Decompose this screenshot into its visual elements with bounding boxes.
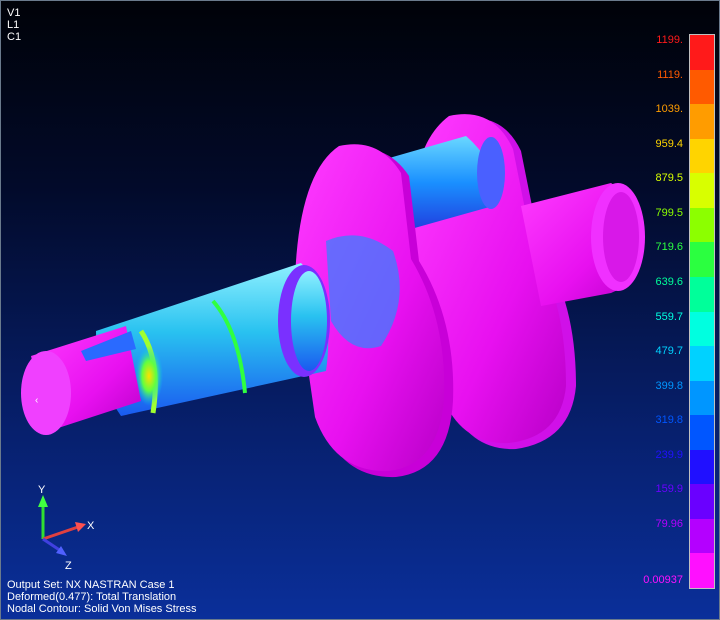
y-axis-label: Y (38, 484, 46, 496)
x-axis-arrow (75, 522, 86, 532)
model-viewport[interactable]: ‹ V1 L1 C1 Y X Z Output Set: NX NASTRAN … (0, 0, 720, 620)
front-end-face (21, 351, 71, 435)
legend-band (690, 484, 714, 519)
shaft-collar-ring (291, 271, 327, 371)
output-set-line: Output Set: NX NASTRAN Case 1 (7, 579, 175, 591)
legend-band (690, 207, 714, 243)
y-axis-arrow (38, 495, 48, 507)
legend-band (690, 346, 714, 381)
legend-band (690, 138, 714, 174)
legend-value: 319.8 (655, 414, 683, 427)
legend-value: 1039. (655, 103, 683, 116)
legend-band (690, 69, 714, 105)
legend-band (690, 104, 714, 139)
legend-value: 1199. (656, 34, 683, 46)
legend-band (690, 242, 714, 277)
contour-line: Nodal Contour: Solid Von Mises Stress (7, 603, 197, 615)
legend-value: 159.9 (655, 483, 683, 496)
csys-label: C1 (7, 31, 22, 43)
legend-value: 239.9 (655, 448, 683, 461)
legend-value: 559.7 (655, 310, 683, 323)
legend-band (690, 380, 714, 416)
legend-value: 879.5 (655, 172, 683, 185)
legend-band (690, 35, 714, 70)
end-marker: ‹ (35, 395, 38, 406)
layer-label: L1 (7, 19, 20, 31)
legend-value: 0.00937 (643, 574, 683, 586)
legend-value: 639.6 (655, 275, 683, 288)
legend-band (690, 518, 714, 554)
legend-value: 399.8 (655, 379, 683, 392)
legend-value: 959.4 (655, 137, 683, 150)
legend-value: 1119. (657, 68, 683, 81)
legend-band (690, 276, 714, 312)
legend-band (690, 173, 714, 208)
z-axis-label: Z (65, 560, 72, 572)
rear-journal-end-inner (603, 192, 639, 282)
legend-value: 79.96 (655, 517, 683, 530)
axis-triad: Y X Z (38, 484, 95, 572)
legend-band (690, 449, 714, 485)
output-info: Output Set: NX NASTRAN Case 1 Deformed(0… (7, 579, 197, 615)
legend-value: 799.5 (655, 206, 683, 219)
deformed-line: Deformed(0.477): Total Translation (7, 591, 177, 603)
legend-value: 719.6 (655, 241, 683, 254)
crank-pin-fillet (477, 137, 505, 209)
x-axis-label: X (87, 520, 95, 532)
legend-band (690, 553, 714, 588)
view-label: V1 (7, 7, 21, 19)
legend-band (690, 311, 714, 347)
legend-value: 479.7 (655, 345, 683, 358)
z-axis-line (42, 537, 62, 553)
x-axis-line (42, 525, 79, 541)
view-labels: V1 L1 C1 (7, 7, 21, 43)
contour-legend-bar (689, 34, 715, 589)
legend-band (690, 415, 714, 450)
